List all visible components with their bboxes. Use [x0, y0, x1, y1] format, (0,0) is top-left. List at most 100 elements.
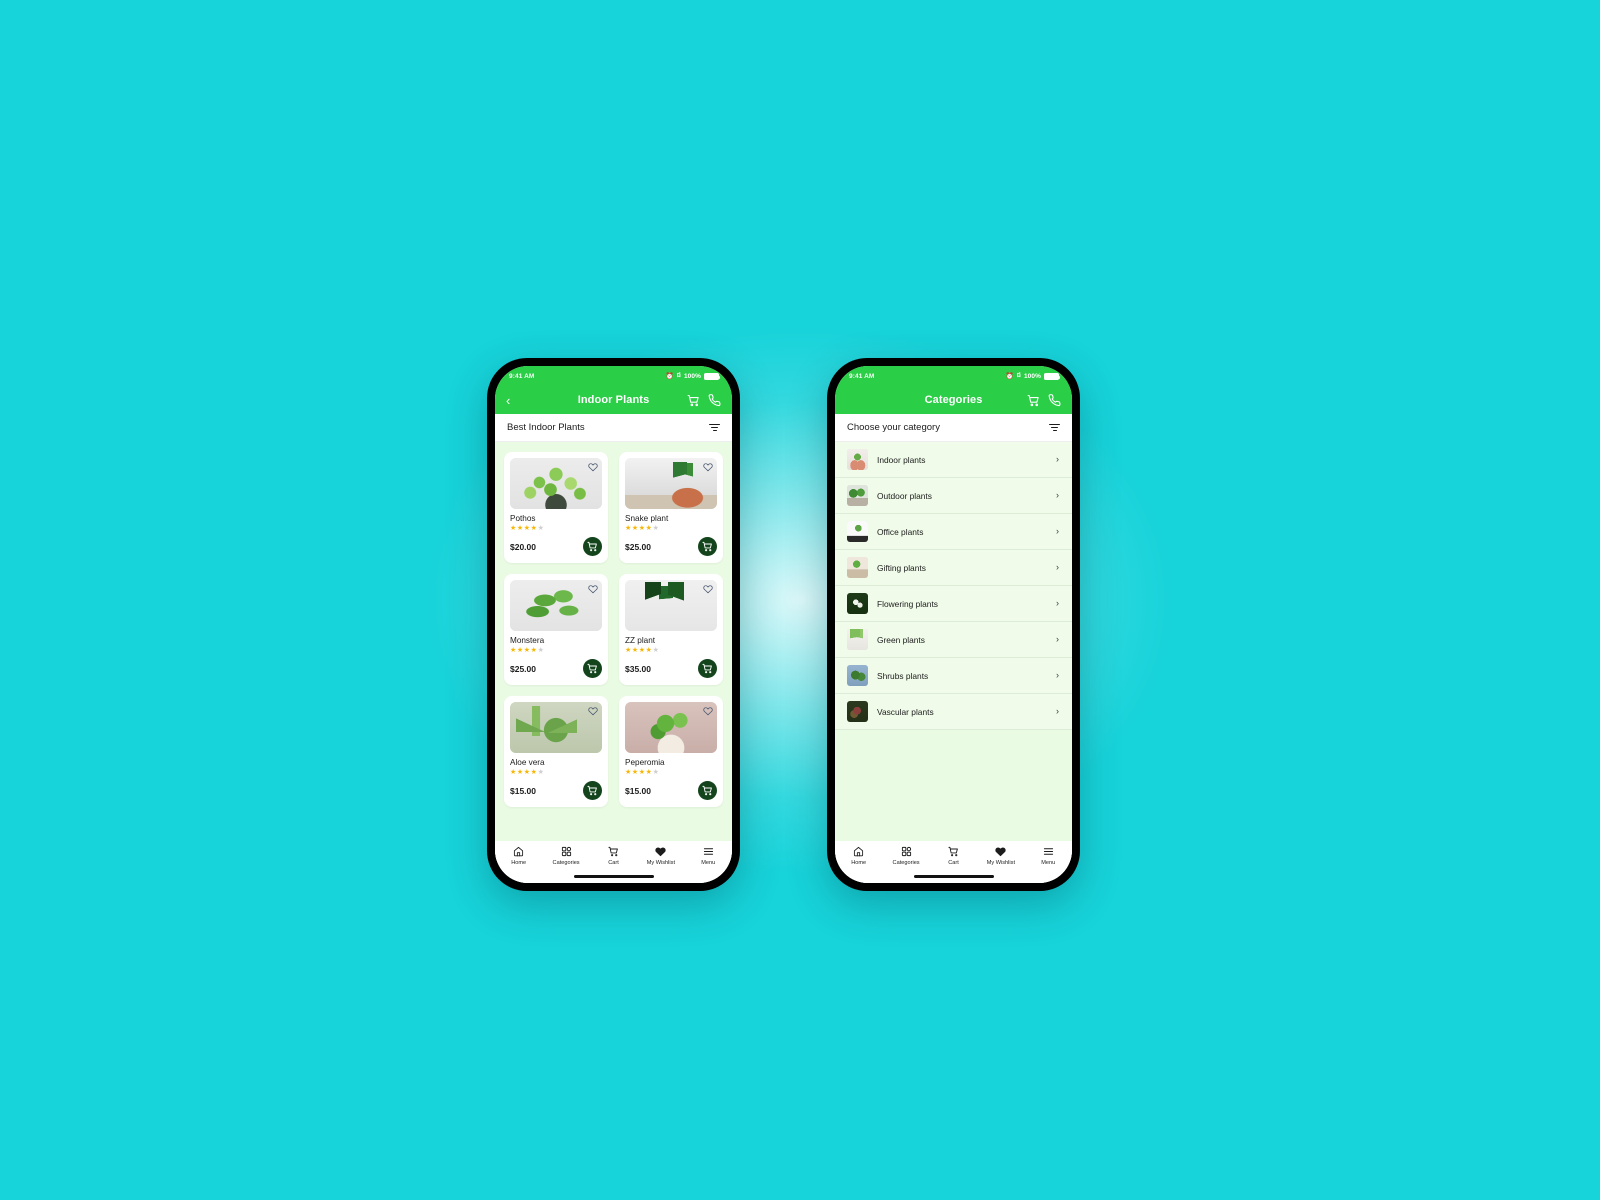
category-thumbnail	[847, 629, 868, 650]
product-card[interactable]: Snake plant ★★★★★ $25.00	[619, 452, 723, 563]
star-3: ★	[638, 525, 646, 532]
category-label: Office plants	[877, 526, 924, 537]
cart-icon[interactable]	[1027, 394, 1040, 407]
grid-icon	[901, 846, 912, 857]
add-to-cart-button[interactable]	[698, 537, 717, 556]
category-thumbnail	[847, 449, 868, 470]
phone-screen: 9:41 AM ⏰ ជ 100% ‹ Indoor Plants Best Indoor P…	[495, 366, 732, 883]
bluetooth-icon: ជ	[1016, 371, 1021, 379]
category-items: Indoor plants › Outdoor plants › Office plan…	[835, 442, 1072, 730]
add-to-cart-button[interactable]	[583, 659, 602, 678]
star-3: ★	[523, 525, 531, 532]
product-image	[510, 580, 602, 631]
wishlist-heart-icon[interactable]	[703, 462, 713, 472]
star-4: ★	[645, 647, 653, 654]
category-illustration	[847, 557, 868, 578]
star-5: ★	[537, 769, 545, 776]
nav-item-menu[interactable]: Menu	[1025, 846, 1072, 866]
star-2: ★	[516, 647, 524, 654]
product-card[interactable]: Peperomia ★★★★★ $15.00	[619, 696, 723, 807]
cart-icon[interactable]	[687, 394, 700, 407]
category-row[interactable]: Indoor plants ›	[835, 442, 1072, 478]
add-to-cart-button[interactable]	[583, 537, 602, 556]
home-icon	[853, 846, 864, 857]
nav-item-cart[interactable]: Cart	[590, 846, 637, 866]
star-2: ★	[631, 769, 639, 776]
category-thumbnail	[847, 665, 868, 686]
product-price: $35.00	[625, 663, 651, 674]
category-thumbnail	[847, 557, 868, 578]
section-bar: Choose your category	[835, 414, 1072, 442]
category-illustration	[847, 629, 868, 650]
product-price: $15.00	[625, 785, 651, 796]
section-title: Best Indoor Plants	[507, 422, 585, 433]
nav-label: Cart	[948, 860, 959, 866]
add-to-cart-button[interactable]	[583, 781, 602, 800]
wishlist-heart-icon[interactable]	[588, 706, 598, 716]
section-title: Choose your category	[847, 422, 940, 433]
nav-item-my-wishlist[interactable]: My Wishlist	[637, 846, 684, 866]
nav-item-categories[interactable]: Categories	[542, 846, 589, 866]
category-illustration	[847, 701, 868, 722]
category-illustration	[847, 485, 868, 506]
category-label: Green plants	[877, 634, 925, 645]
battery-icon	[704, 372, 721, 380]
star-2: ★	[631, 525, 639, 532]
category-thumbnail	[847, 521, 868, 542]
filter-icon[interactable]	[709, 423, 720, 432]
category-row[interactable]: Office plants ›	[835, 514, 1072, 550]
star-4: ★	[530, 647, 538, 654]
wishlist-heart-icon[interactable]	[588, 462, 598, 472]
add-to-cart-button[interactable]	[698, 781, 717, 800]
nav-item-home[interactable]: Home	[495, 846, 542, 866]
product-name: Monstera	[510, 636, 545, 645]
alarm-icon: ⏰	[665, 373, 674, 380]
product-card[interactable]: Pothos ★★★★★ $20.00	[504, 452, 608, 563]
alarm-icon: ⏰	[1005, 373, 1014, 380]
product-list: Pothos ★★★★★ $20.00 Snake plant ★★★★★ $25.00 M…	[495, 442, 732, 883]
product-name: Peperomia	[625, 758, 665, 767]
category-row[interactable]: Flowering plants ›	[835, 586, 1072, 622]
category-row[interactable]: Green plants ›	[835, 622, 1072, 658]
category-illustration	[847, 593, 868, 614]
add-to-cart-button[interactable]	[698, 659, 717, 678]
category-row[interactable]: Shrubs plants ›	[835, 658, 1072, 694]
product-name: Snake plant	[625, 514, 669, 523]
phone-icon[interactable]	[708, 393, 721, 407]
product-card[interactable]: ZZ plant ★★★★★ $35.00	[619, 574, 723, 685]
status-bar: 9:41 AM ⏰ ជ 100%	[495, 366, 732, 386]
nav-item-home[interactable]: Home	[835, 846, 882, 866]
category-label: Gifting plants	[877, 562, 926, 573]
product-rating: ★★★★★	[625, 769, 717, 776]
nav-item-cart[interactable]: Cart	[930, 846, 977, 866]
nav-item-menu[interactable]: Menu	[685, 846, 732, 866]
product-card[interactable]: Monstera ★★★★★ $25.00	[504, 574, 608, 685]
battery-icon	[1044, 372, 1061, 380]
category-label: Vascular plants	[877, 706, 934, 717]
star-1: ★	[510, 769, 517, 776]
nav-item-categories[interactable]: Categories	[882, 846, 929, 866]
status-bar: 9:41 AM ⏰ ជ 100%	[835, 366, 1072, 386]
bluetooth-icon: ជ	[676, 371, 681, 379]
wishlist-heart-icon[interactable]	[703, 584, 713, 594]
category-row[interactable]: Gifting plants ›	[835, 550, 1072, 586]
filter-icon[interactable]	[1049, 423, 1060, 432]
chevron-right-icon: ›	[1056, 454, 1059, 464]
star-4: ★	[645, 525, 653, 532]
product-card[interactable]: Aloe vera ★★★★★ $15.00	[504, 696, 608, 807]
star-3: ★	[638, 647, 646, 654]
product-rating: ★★★★★	[510, 769, 602, 776]
chevron-right-icon: ›	[1056, 634, 1059, 644]
category-row[interactable]: Vascular plants ›	[835, 694, 1072, 730]
wishlist-heart-icon[interactable]	[703, 706, 713, 716]
status-time: 9:41 AM	[849, 372, 875, 380]
nav-item-my-wishlist[interactable]: My Wishlist	[977, 846, 1024, 866]
category-row[interactable]: Outdoor plants ›	[835, 478, 1072, 514]
product-price: $25.00	[510, 663, 536, 674]
chevron-right-icon: ›	[1056, 670, 1059, 680]
home-indicator	[573, 875, 654, 878]
phone-icon[interactable]	[1048, 393, 1061, 407]
wishlist-heart-icon[interactable]	[588, 584, 598, 594]
star-5: ★	[537, 525, 545, 532]
grid-icon	[561, 846, 572, 857]
